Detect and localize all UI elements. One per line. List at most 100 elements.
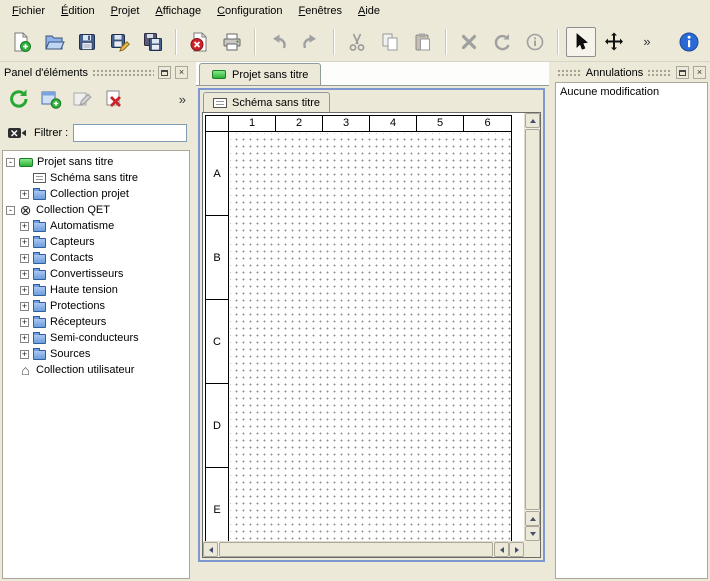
folder-icon bbox=[33, 238, 46, 248]
folder-icon bbox=[33, 350, 46, 360]
paste-button[interactable] bbox=[408, 27, 438, 57]
vertical-scrollbar[interactable] bbox=[524, 113, 540, 541]
move-tool-button[interactable] bbox=[599, 27, 629, 57]
save-as-button[interactable] bbox=[105, 27, 135, 57]
tree-item[interactable]: Collection utilisateur bbox=[3, 362, 189, 378]
expand-icon[interactable]: + bbox=[20, 350, 29, 359]
tree-item[interactable]: -Projet sans titre bbox=[3, 154, 189, 170]
ruler-corner bbox=[206, 116, 229, 132]
new-file-button[interactable] bbox=[6, 27, 36, 57]
panel-overflow-chevron[interactable]: » bbox=[179, 92, 188, 107]
tree-item[interactable]: +Collection projet bbox=[3, 186, 189, 202]
expand-icon[interactable]: + bbox=[20, 222, 29, 231]
dock-float-button[interactable] bbox=[676, 66, 689, 79]
scroll-left-button[interactable] bbox=[494, 542, 509, 557]
expand-icon[interactable]: + bbox=[20, 302, 29, 311]
clear-filter-button[interactable] bbox=[5, 124, 29, 142]
cut-button[interactable] bbox=[342, 27, 372, 57]
dock-close-button[interactable]: × bbox=[175, 66, 188, 79]
overflow-chevron: » bbox=[643, 34, 650, 49]
schema-canvas[interactable] bbox=[230, 133, 511, 552]
tree-item-label: Semi-conducteurs bbox=[50, 332, 139, 344]
undo-button[interactable] bbox=[263, 27, 293, 57]
about-qet-button[interactable] bbox=[674, 27, 704, 57]
menu-item-fenetres[interactable]: Fenêtres bbox=[291, 2, 350, 20]
dock-drag-handle[interactable] bbox=[647, 69, 672, 76]
tree-item[interactable]: -Collection QET bbox=[3, 202, 189, 218]
expand-icon[interactable]: + bbox=[20, 238, 29, 247]
expand-icon[interactable]: + bbox=[20, 190, 29, 199]
scroll-up-button[interactable] bbox=[525, 113, 540, 128]
tree-item[interactable]: + Semi-conducteurs bbox=[3, 330, 189, 346]
close-file-button[interactable] bbox=[184, 27, 214, 57]
schema-tab[interactable]: Schéma sans titre bbox=[203, 92, 330, 112]
expand-icon[interactable]: + bbox=[20, 286, 29, 295]
tree-item[interactable]: +Protections bbox=[3, 298, 189, 314]
collapse-icon[interactable]: - bbox=[6, 158, 15, 167]
menu-item-edition[interactable]: Édition bbox=[53, 2, 103, 20]
tree-item-label: Sources bbox=[50, 348, 90, 360]
dock-close-button[interactable]: × bbox=[693, 66, 706, 79]
tree-item[interactable]: + Haute tension bbox=[3, 282, 189, 298]
print-button[interactable] bbox=[217, 27, 247, 57]
tree-item[interactable]: Schéma sans titre bbox=[3, 170, 189, 186]
copy-button[interactable] bbox=[375, 27, 405, 57]
scroll-right-button[interactable] bbox=[509, 542, 524, 557]
expand-icon[interactable]: + bbox=[20, 254, 29, 263]
filter-input[interactable] bbox=[73, 124, 187, 142]
save-button[interactable] bbox=[72, 27, 102, 57]
expand-icon[interactable]: + bbox=[20, 334, 29, 343]
scroll-up-button[interactable] bbox=[525, 511, 540, 526]
filter-row: Filtrer : bbox=[0, 116, 192, 150]
dock-float-button[interactable] bbox=[158, 66, 171, 79]
horizontal-scroll-thumb[interactable] bbox=[219, 542, 493, 557]
menu-item-affichage[interactable]: Affichage bbox=[147, 2, 209, 20]
expand-icon[interactable]: + bbox=[20, 318, 29, 327]
tree-item[interactable]: +Capteurs bbox=[3, 234, 189, 250]
folder-icon bbox=[33, 286, 46, 296]
horizontal-scrollbar[interactable] bbox=[203, 541, 524, 557]
dock-drag-handle[interactable] bbox=[92, 69, 154, 76]
dock-drag-handle[interactable] bbox=[557, 69, 582, 76]
tree-item[interactable]: +Automatisme bbox=[3, 218, 189, 234]
open-file-button[interactable] bbox=[39, 27, 69, 57]
undo-history-list[interactable]: Aucune modification bbox=[555, 82, 708, 579]
redo-button[interactable] bbox=[296, 27, 326, 57]
schema-window: Schéma sans titre 123456 ABCDE bbox=[198, 88, 545, 562]
filter-label: Filtrer : bbox=[34, 127, 68, 139]
elements-panel-dock: Panel d'éléments × » bbox=[0, 62, 192, 581]
menu-item-configuration[interactable]: Configuration bbox=[209, 2, 290, 20]
reload-collections-button[interactable] bbox=[4, 84, 34, 114]
tree-item[interactable]: + Sources bbox=[3, 346, 189, 362]
toolbar-overflow-button[interactable]: » bbox=[632, 27, 662, 57]
expand-icon[interactable]: + bbox=[20, 270, 29, 279]
tree-item[interactable]: +Récepteurs bbox=[3, 314, 189, 330]
tree-item[interactable]: +Contacts bbox=[3, 250, 189, 266]
tree-item[interactable]: + Convertisseurs bbox=[3, 266, 189, 282]
rotate-button[interactable] bbox=[487, 27, 517, 57]
menu-item-fichier[interactable]: Fichier bbox=[4, 2, 53, 20]
collapse-icon[interactable]: - bbox=[6, 206, 15, 215]
tree-item-label: Haute tension bbox=[50, 284, 118, 296]
project-tab[interactable]: Projet sans titre bbox=[199, 63, 321, 85]
select-tool-button[interactable] bbox=[566, 27, 596, 57]
menu-item-aide[interactable]: Aide bbox=[350, 2, 388, 20]
edit-element-button[interactable] bbox=[68, 84, 98, 114]
schema-tab-label: Schéma sans titre bbox=[232, 97, 320, 109]
delete-element-button[interactable] bbox=[100, 84, 130, 114]
menu-item-projet[interactable]: Projet bbox=[103, 2, 148, 20]
scroll-down-button[interactable] bbox=[525, 526, 540, 541]
vertical-scroll-thumb[interactable] bbox=[525, 129, 540, 510]
delete-button[interactable] bbox=[454, 27, 484, 57]
save-all-button[interactable] bbox=[138, 27, 168, 57]
scroll-left-button[interactable] bbox=[203, 542, 218, 557]
new-element-button[interactable] bbox=[36, 84, 66, 114]
down-arrow-icon bbox=[530, 532, 536, 536]
top-ruler: 123456 bbox=[229, 116, 511, 132]
column-label: 2 bbox=[276, 116, 323, 131]
close-icon: × bbox=[179, 68, 184, 77]
element-info-button[interactable] bbox=[520, 27, 550, 57]
tree-item-label: Convertisseurs bbox=[50, 268, 123, 280]
column-label: 1 bbox=[229, 116, 276, 131]
toolbar-separator bbox=[445, 29, 447, 55]
